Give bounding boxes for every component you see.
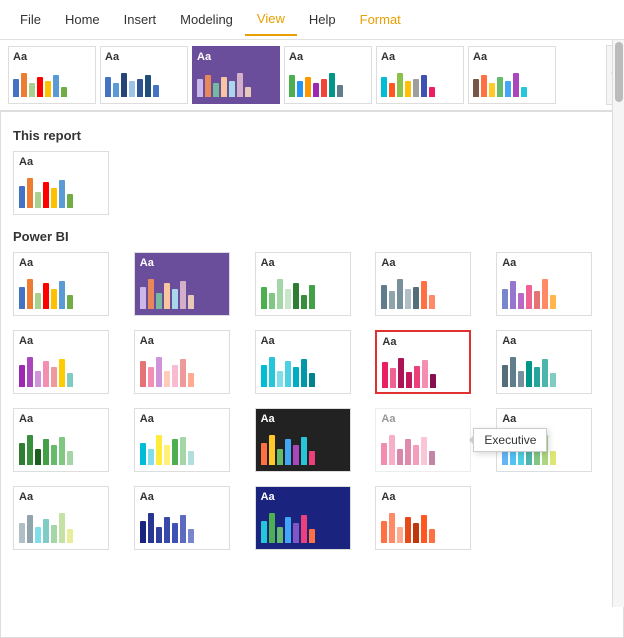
pbi-theme-9[interactable]: Aa: [496, 330, 592, 394]
this-report-theme-1[interactable]: Aa: [13, 151, 109, 215]
ribbon-theme-5[interactable]: Aa: [376, 46, 464, 104]
ribbon-theme-1-label: Aa: [13, 51, 91, 63]
theme-dropdown-panel: This report Aa Power BI Aa: [0, 111, 624, 638]
ribbon-theme-1-bars: [13, 67, 91, 97]
power-bi-section-title: Power BI: [13, 229, 611, 244]
pbi-theme-15[interactable]: Aa: [13, 486, 109, 550]
ribbon-theme-3-bars: [197, 67, 275, 97]
pbi-theme-5[interactable]: Aa: [496, 252, 592, 316]
pbi-theme-18[interactable]: Aa: [375, 486, 471, 550]
scrollbar-thumb: [615, 42, 623, 102]
this-report-grid: Aa: [13, 151, 611, 215]
pbi-theme-10[interactable]: Aa: [13, 408, 109, 472]
panel-scrollbar[interactable]: [612, 40, 624, 607]
pbi-theme-2[interactable]: Aa: [134, 252, 230, 316]
power-bi-row-2: Aa Aa: [13, 330, 611, 394]
pbi-theme-14[interactable]: Aa: [496, 408, 592, 472]
power-bi-row-1: Aa Aa: [13, 252, 611, 316]
menu-modeling[interactable]: Modeling: [168, 4, 245, 35]
menu-help[interactable]: Help: [297, 4, 348, 35]
pbi-theme-12-dark[interactable]: Aa: [255, 408, 351, 472]
pbi-theme-6[interactable]: Aa: [13, 330, 109, 394]
menu-file[interactable]: File: [8, 4, 53, 35]
menu-view[interactable]: View: [245, 3, 297, 36]
pbi-theme-3[interactable]: Aa: [255, 252, 351, 316]
ribbon-theme-3-label: Aa: [197, 51, 275, 63]
ribbon-theme-2-label: Aa: [105, 51, 183, 63]
menu-home[interactable]: Home: [53, 4, 112, 35]
menu-insert[interactable]: Insert: [112, 4, 169, 35]
ribbon-theme-4-label: Aa: [289, 51, 367, 63]
pbi-theme-16[interactable]: Aa: [134, 486, 230, 550]
pbi-theme-11[interactable]: Aa: [134, 408, 230, 472]
ribbon-theme-3[interactable]: Aa: [192, 46, 280, 104]
pbi-theme-1[interactable]: Aa: [13, 252, 109, 316]
ribbon-theme-6-bars: [473, 67, 551, 97]
menubar: File Home Insert Modeling View Help Form…: [0, 0, 624, 40]
ribbon-theme-5-label: Aa: [381, 51, 459, 63]
power-bi-row-4: Aa Aa: [13, 486, 611, 550]
ribbon-theme-6-label: Aa: [473, 51, 551, 63]
pbi-theme-4[interactable]: Aa: [375, 252, 471, 316]
pbi-theme-8[interactable]: Aa: [255, 330, 351, 394]
pbi-theme-executive-tooltip-area: Aa Executive: [375, 408, 490, 472]
power-bi-row-3: Aa Aa: [13, 408, 611, 472]
theme-ribbon: Aa Aa Aa: [0, 40, 624, 111]
ribbon-theme-1[interactable]: Aa: [8, 46, 96, 104]
ribbon-theme-4-bars: [289, 67, 367, 97]
pbi-theme-7[interactable]: Aa: [134, 330, 230, 394]
pbi-theme-executive[interactable]: Aa: [375, 330, 471, 394]
ribbon-theme-5-bars: [381, 67, 459, 97]
ribbon-theme-2[interactable]: Aa: [100, 46, 188, 104]
menu-format[interactable]: Format: [348, 4, 413, 35]
pbi-theme-13[interactable]: Aa: [375, 408, 471, 472]
ribbon-theme-4[interactable]: Aa: [284, 46, 372, 104]
ribbon-theme-6[interactable]: Aa: [468, 46, 556, 104]
pbi-theme-17-dark[interactable]: Aa: [255, 486, 351, 550]
ribbon-theme-2-bars: [105, 67, 183, 97]
this-report-section-title: This report: [13, 128, 611, 143]
